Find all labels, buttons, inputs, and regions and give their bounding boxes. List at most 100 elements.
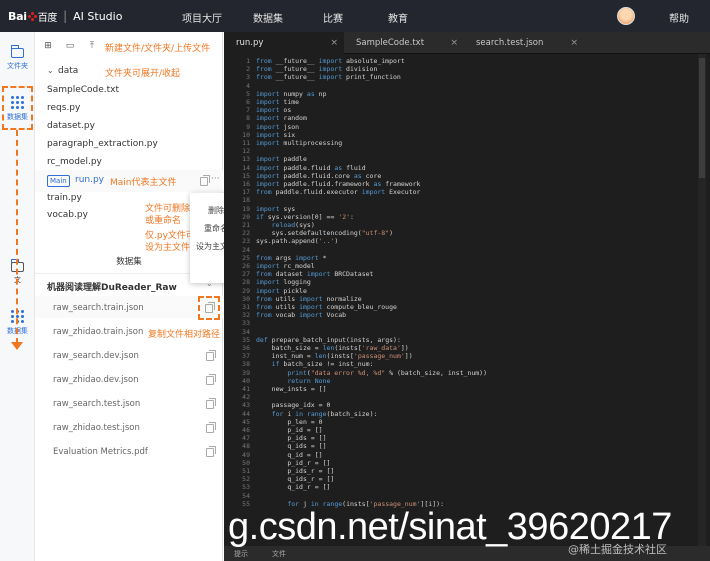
code-line: import paddle bbox=[256, 155, 307, 164]
chevron-down-icon[interactable]: ⌄ bbox=[47, 66, 54, 75]
code-line: import multiprocessing bbox=[256, 139, 343, 147]
code-line: from args import * bbox=[256, 253, 327, 262]
code-line: q_ids = [] bbox=[287, 442, 327, 451]
rename-annotation: 文件可删除 或重命名 bbox=[145, 204, 191, 226]
code-line: import pickle bbox=[256, 286, 307, 295]
code-line: import logging bbox=[256, 278, 311, 287]
file-item[interactable]: reqs.py bbox=[47, 103, 80, 113]
code-line: import json bbox=[256, 122, 300, 131]
line-number: 16 bbox=[242, 180, 250, 188]
line-number: 30 bbox=[242, 294, 250, 303]
logo-cn: 百度 bbox=[37, 12, 58, 24]
scrollbar[interactable] bbox=[698, 54, 706, 546]
dataset-file[interactable]: raw_search.test.json bbox=[53, 399, 140, 409]
upload-icon[interactable]: ⤒ bbox=[87, 41, 97, 51]
file-item[interactable]: dataset.py bbox=[47, 121, 95, 131]
dataset-file[interactable]: raw_zhidao.train.json bbox=[53, 327, 143, 337]
dataset-file[interactable]: raw_zhidao.dev.json bbox=[53, 375, 139, 385]
copy-icon[interactable] bbox=[206, 446, 216, 457]
code-line: if batch_size != inst_num: bbox=[271, 360, 374, 369]
copy-icon[interactable] bbox=[205, 302, 215, 313]
line-number: 4 bbox=[246, 81, 250, 90]
code-line: import paddle.fluid.framework as framewo… bbox=[256, 180, 421, 188]
line-number: 40 bbox=[242, 376, 250, 385]
code-line: sys.setdefaultencoding("utf-8") bbox=[271, 229, 394, 238]
paw-icon bbox=[27, 11, 37, 21]
line-number: 6 bbox=[246, 98, 250, 106]
code-line: import sys bbox=[256, 204, 296, 213]
code-line: new_insts = [] bbox=[271, 385, 327, 393]
status-item[interactable]: 文件 bbox=[272, 549, 286, 559]
copy-icon[interactable] bbox=[206, 422, 216, 433]
line-number: 33 bbox=[242, 319, 250, 328]
line-number: 15 bbox=[242, 171, 250, 180]
code-line: import numpy as np bbox=[256, 89, 327, 98]
code-line: p_len = 0 bbox=[287, 417, 323, 426]
rail-files-label: 文件夹 bbox=[7, 62, 28, 70]
new-folder-icon[interactable]: ▭ bbox=[65, 41, 75, 51]
code-line: from utils import compute_bleu_rouge bbox=[256, 303, 397, 311]
file-item[interactable]: rc_model.py bbox=[47, 157, 102, 167]
copy-icon[interactable] bbox=[200, 175, 210, 186]
close-icon[interactable]: × bbox=[450, 32, 458, 54]
code-line: import os bbox=[256, 106, 292, 115]
folder-data[interactable]: data bbox=[58, 66, 78, 76]
close-icon[interactable]: × bbox=[330, 32, 338, 54]
line-number: 3 bbox=[246, 73, 250, 82]
copy-icon[interactable] bbox=[206, 350, 216, 361]
more-icon[interactable]: ··· bbox=[211, 174, 220, 184]
dataset-name[interactable]: 机器阅读理解DuReader_Raw bbox=[47, 280, 177, 293]
main-file-name[interactable]: run.py bbox=[75, 175, 104, 185]
main-badge: Main bbox=[47, 175, 70, 187]
line-number: 23 bbox=[242, 237, 250, 246]
tab-search-test[interactable]: search.test.json × bbox=[464, 32, 584, 54]
code-line: import paddle.fluid as fluid bbox=[256, 163, 366, 172]
dataset-file[interactable]: Evaluation Metrics.pdf bbox=[53, 447, 148, 457]
code-line: import random bbox=[256, 114, 307, 123]
file-item[interactable]: train.py bbox=[47, 193, 82, 203]
rail-files-tab[interactable]: 文件夹 bbox=[0, 45, 35, 71]
line-number: 49 bbox=[242, 450, 250, 459]
dataset-file[interactable]: raw_search.train.json bbox=[53, 303, 144, 313]
code-area[interactable]: from __future__ import absolute_import fr… bbox=[256, 54, 696, 546]
code-line: return None bbox=[287, 376, 331, 385]
tab-run-py[interactable]: run.py × bbox=[224, 32, 344, 54]
dataset-file[interactable]: raw_zhidao.test.json bbox=[53, 423, 140, 433]
scrollbar-thumb[interactable] bbox=[699, 58, 705, 178]
line-number: 41 bbox=[242, 385, 250, 393]
code-line: q_id_r = [] bbox=[287, 483, 331, 492]
line-number: 42 bbox=[242, 393, 250, 402]
copy-icon[interactable] bbox=[206, 398, 216, 409]
folder-annotation: 文件夹可展开/收起 bbox=[105, 69, 181, 79]
baidu-logo[interactable]: Bai 百度 | AI Studio bbox=[8, 9, 122, 24]
line-number: 50 bbox=[242, 458, 250, 467]
status-left[interactable]: 提示 bbox=[234, 549, 248, 559]
code-line: from vocab import Vocab bbox=[256, 311, 347, 320]
line-number: 13 bbox=[242, 155, 250, 164]
code-line: from dataset import BRCDataset bbox=[256, 270, 374, 279]
copy-highlight-box bbox=[198, 296, 220, 320]
nav-competitions[interactable]: 比赛 bbox=[323, 10, 343, 25]
file-item[interactable]: paragraph_extraction.py bbox=[47, 139, 158, 149]
line-number: 54 bbox=[242, 491, 250, 500]
code-line: inst_num = len(insts['passage_num']) bbox=[271, 352, 413, 361]
code-line: q_ids_r = [] bbox=[287, 475, 335, 484]
close-icon[interactable]: × bbox=[570, 32, 578, 54]
line-number: 35 bbox=[242, 335, 250, 344]
copy-icon[interactable] bbox=[206, 374, 216, 385]
line-number: 52 bbox=[242, 475, 250, 484]
dataset-file[interactable]: raw_search.dev.json bbox=[53, 351, 139, 361]
tab-samplecode[interactable]: SampleCode.txt × bbox=[344, 32, 464, 54]
code-line: import six bbox=[256, 130, 296, 139]
nav-education[interactable]: 教育 bbox=[388, 10, 408, 25]
nav-project-hall[interactable]: 项目大厅 bbox=[182, 10, 222, 25]
new-file-icon[interactable]: ⊞ bbox=[43, 41, 53, 51]
code-editor: run.py × SampleCode.txt × search.test.js… bbox=[224, 32, 710, 561]
main-annotation: Main代表主文件 bbox=[110, 178, 177, 188]
nav-help[interactable]: 帮助 bbox=[669, 10, 689, 25]
file-item[interactable]: SampleCode.txt bbox=[47, 85, 119, 95]
avatar[interactable] bbox=[617, 7, 635, 25]
code-line: import rc_model bbox=[256, 262, 315, 270]
file-item[interactable]: vocab.py bbox=[47, 210, 88, 220]
nav-datasets[interactable]: 数据集 bbox=[253, 10, 283, 25]
